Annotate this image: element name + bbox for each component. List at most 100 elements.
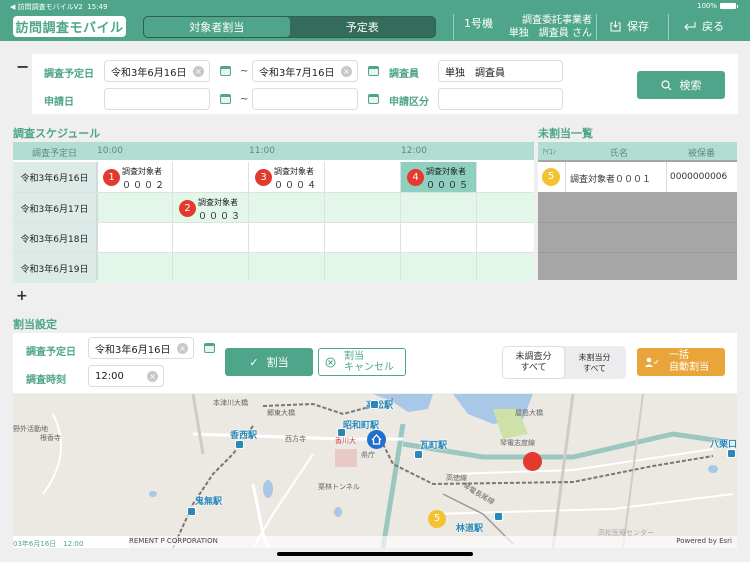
calendar-icon[interactable] [220, 66, 231, 76]
expand-button[interactable]: + [16, 288, 28, 304]
filter-unsurveyed-all[interactable]: 未調査分 すべて [503, 347, 564, 378]
clear-icon[interactable]: × [193, 66, 204, 77]
auto-assign-button[interactable]: 一括 自動割当 [637, 348, 725, 376]
map-label: 琴電志度線 [500, 439, 535, 447]
clear-icon[interactable]: × [177, 343, 188, 354]
station-label: 香西駅 [230, 431, 258, 441]
assign-label: 割当 [266, 356, 289, 369]
assign-date-input[interactable]: 令和3年6月16日 × [88, 337, 194, 359]
map-attribution: 03年6月16日 12:00 REMENT P CORPORATION Powe… [13, 536, 737, 548]
map-label: 本津川大橋 [213, 399, 248, 407]
filter-label: 未調査分 [515, 351, 552, 362]
unassigned-marker[interactable]: 5 [428, 510, 446, 528]
pin-number-icon: 2 [179, 200, 196, 217]
schedule-row-date: 令和3年6月16日 [13, 162, 96, 192]
assign-time-value: 12:00 [95, 370, 124, 382]
apply-date-from-input[interactable] [104, 88, 210, 110]
back-to-app-link[interactable]: ◀ 訪問調査モバイルV2 [10, 3, 83, 11]
unassigned-row[interactable]: 5 調査対象者０００１ 0000000006 [538, 162, 737, 192]
back-button[interactable]: 戻る [683, 18, 724, 34]
grid-line [538, 252, 737, 253]
station-icon [370, 400, 379, 409]
surveyor-input[interactable]: 単独 調査員 [438, 60, 563, 82]
apply-date-to-input[interactable] [252, 88, 358, 110]
name-column-header: 氏名 [610, 149, 629, 159]
map-label: 根香寺 [40, 434, 61, 442]
schedule-row[interactable]: 令和3年6月17日 [13, 193, 534, 223]
item-label: 調査対象者 [122, 167, 162, 176]
calendar-icon[interactable] [204, 343, 215, 353]
station-icon [414, 450, 423, 459]
battery-icon [720, 3, 738, 9]
survey-date-to-value: 令和3年7月16日 [259, 67, 335, 79]
home-marker[interactable] [367, 430, 386, 449]
map-copyright: REMENT P CORPORATION [129, 537, 218, 545]
check-icon: ✓ [249, 355, 259, 369]
map-label: 西方寺 [285, 435, 306, 443]
schedule-item[interactable]: 3 調査対象者 ０００４ [253, 162, 325, 192]
schedule-row-date: 令和3年6月18日 [13, 223, 96, 253]
esri-link[interactable]: Powered by Esri [676, 537, 732, 545]
apply-date-label: 申請日 [44, 97, 74, 108]
map-timestamp: 03年6月16日 12:00 [13, 536, 129, 548]
assign-button[interactable]: ✓ 割当 [225, 348, 313, 376]
user-info: 調査委託事業者 単独 調査員 さん [500, 14, 592, 40]
pin-number-icon: 5 [542, 168, 560, 186]
map-label: 高徳線 [446, 474, 467, 482]
station-label: 瓦町駅 [420, 441, 448, 451]
schedule-row-date: 令和3年6月17日 [13, 193, 96, 223]
grid-line [13, 222, 534, 223]
calendar-icon[interactable] [368, 94, 379, 104]
assigned-marker[interactable] [523, 452, 542, 471]
unassigned-list: ｱｲｺﾝ 氏名 被保番 5 調査対象者０００１ 0000000006 [538, 142, 737, 280]
calendar-icon[interactable] [220, 94, 231, 104]
tab-schedule[interactable]: 予定表 [290, 17, 436, 37]
range-separator: ~ [240, 94, 249, 105]
assign-time-input[interactable]: 12:00 × [88, 365, 164, 387]
subject-name: 調査対象者０００１ [570, 175, 652, 185]
filter-unassigned-all[interactable]: 未割当分 すべて [564, 347, 625, 378]
header-divider [596, 14, 597, 40]
schedule-row-date: 令和3年6月19日 [13, 253, 96, 283]
schedule-row[interactable]: 令和3年6月18日 [13, 223, 534, 253]
cancel-label-line1: 割当 [344, 351, 364, 362]
cancel-assign-button[interactable]: 割当 キャンセル [318, 348, 406, 376]
item-id: ０００３ [198, 212, 243, 222]
clear-icon[interactable]: × [341, 66, 352, 77]
cell-divider [565, 162, 566, 192]
calendar-icon[interactable] [368, 66, 379, 76]
home-indicator[interactable] [277, 552, 473, 556]
search-icon [660, 79, 671, 90]
map-label: 香川大 [335, 437, 356, 445]
date-column-header: 調査予定日 [32, 149, 78, 159]
unassigned-header: ｱｲｺﾝ 氏名 被保番 [538, 142, 737, 160]
station-label: 鬼無駅 [195, 497, 223, 507]
assign-title: 割当設定 [13, 318, 57, 331]
schedule-item[interactable]: 1 調査対象者 ０００２ [101, 162, 173, 192]
collapse-search-button[interactable]: − [16, 57, 29, 76]
search-label: 検索 [679, 79, 702, 92]
map-view[interactable]: 高松駅 昭和町駅 香西駅 瓦町駅 鬼無駅 林道駅 八栗口 野外活動地 根香寺 本… [13, 394, 737, 548]
schedule-row[interactable]: 令和3年6月19日 [13, 253, 534, 283]
station-icon [494, 512, 503, 521]
map-label: 郷東大橋 [267, 409, 295, 417]
survey-date-from-input[interactable]: 令和3年6月16日 × [104, 60, 210, 82]
schedule-item[interactable]: 2 調査対象者 ０００３ [177, 193, 249, 223]
search-button[interactable]: 検索 [637, 71, 725, 99]
schedule-item[interactable]: 4 調査対象者 ０００５ [405, 162, 477, 192]
clear-icon[interactable]: × [147, 371, 158, 382]
insured-no-column-header: 被保番 [688, 149, 716, 159]
tab-assign-subjects[interactable]: 対象者割当 [144, 17, 290, 37]
machine-label: 1号機 [464, 17, 493, 30]
unassigned-title: 未割当一覧 [538, 127, 593, 140]
assign-date-value: 令和3年6月16日 [95, 344, 171, 356]
station-icon [187, 507, 196, 516]
header-divider [668, 14, 669, 40]
map-label: 栗林トンネル [318, 483, 360, 491]
apply-category-input[interactable] [438, 88, 563, 110]
survey-date-to-input[interactable]: 令和3年7月16日 × [252, 60, 358, 82]
save-button[interactable]: 保存 [610, 18, 649, 34]
station-icon [235, 440, 244, 449]
filter-segmented-control: 未調査分 すべて 未割当分 すべて [502, 346, 626, 379]
item-label: 調査対象者 [274, 167, 314, 176]
